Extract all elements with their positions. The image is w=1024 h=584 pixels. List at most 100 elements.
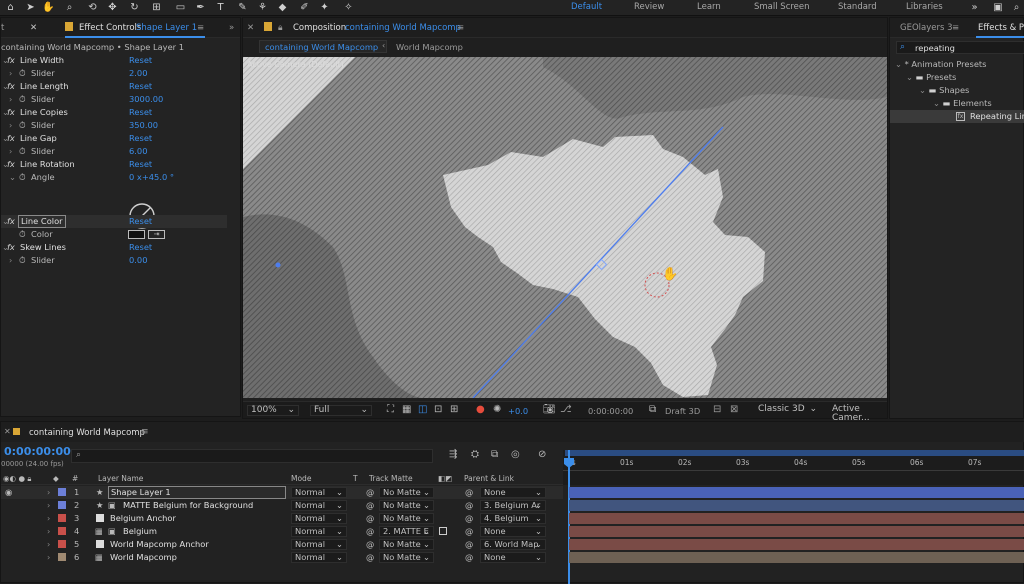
brush-tool-icon[interactable]: ✎ [236, 1, 249, 14]
stopwatch-icon[interactable]: ⏱ [19, 254, 25, 267]
more-workspaces-icon[interactable]: » [968, 1, 981, 14]
transparency-grid-icon[interactable]: ▦ [402, 404, 411, 415]
layer-name[interactable]: Belgium [123, 525, 157, 538]
visibility-icon[interactable]: ◉ [5, 486, 12, 499]
region-of-interest-icon[interactable]: ⛶ [387, 404, 394, 415]
property-value[interactable]: 0.00 [129, 254, 147, 267]
reset-link[interactable]: Reset [129, 106, 152, 119]
geolayers-tab[interactable]: GEOlayers 3 [900, 23, 953, 33]
layer-row[interactable]: › 3 Belgium Anchor Normal ⌄ @ No Matte ⌄ @… [1, 512, 563, 525]
camera-dropdown[interactable]: Active Camer... [829, 405, 889, 423]
panel-menu-icon[interactable]: ≡ [952, 23, 959, 33]
reset-link[interactable]: Reset [129, 158, 152, 171]
time-ruler[interactable]: 0s 01s 02s 03s 04s 05s 06s 07s [563, 450, 1024, 485]
parent-header[interactable]: Parent & Link [464, 472, 514, 485]
mode-dropdown[interactable]: Normal ⌄ [291, 552, 347, 563]
text-tool-icon[interactable]: T [214, 1, 227, 14]
workspace-libraries[interactable]: Libraries [906, 2, 943, 12]
track-matte-dropdown[interactable]: No Matte ⌄ [379, 539, 434, 550]
timeline-search-input[interactable]: ⌕ [71, 449, 433, 463]
property-value[interactable]: 350.00 [129, 119, 158, 132]
layer-duration-bar[interactable] [569, 552, 1024, 563]
effect-controls-tab-layer[interactable]: Shape Layer 1 [136, 23, 197, 33]
layer-name[interactable]: Shape Layer 1 [108, 486, 286, 499]
resolution-dropdown[interactable]: Full ⌄ [310, 405, 372, 416]
puppet-pin-icon[interactable]: ✦ [318, 1, 331, 14]
mode-dropdown[interactable]: Normal ⌄ [291, 526, 347, 537]
comp-lock-icon[interactable]: 🔒︎ [278, 23, 283, 33]
show-snapshot-icon[interactable]: ⎇ [560, 404, 572, 415]
layer-name[interactable]: World Mapcomp Anchor [110, 538, 209, 551]
fx-line-width[interactable]: ⌄ fx Line Width Reset [1, 54, 227, 67]
exposure-value[interactable]: +0.0 [508, 406, 528, 416]
label-color-swatch[interactable] [58, 540, 66, 548]
parent-dropdown[interactable]: 4. Belgium ⌄ [480, 513, 546, 524]
stopwatch-icon[interactable]: ⏱ [19, 171, 25, 184]
zoom-tool-icon[interactable]: ⌕ [63, 1, 76, 14]
pen-tool-icon[interactable]: ✒ [194, 1, 207, 14]
preset-tree-item[interactable]: ⌄ ▬ Presets [906, 72, 956, 82]
label-color-swatch[interactable] [58, 514, 66, 522]
eyedropper-icon[interactable]: ⇥ [148, 230, 165, 239]
graph-editor-icon[interactable]: ⊘ [538, 449, 546, 460]
track-matte-dropdown[interactable]: No Matte ⌄ [379, 552, 434, 563]
label-color-swatch[interactable] [58, 553, 66, 561]
flowchart-active-comp[interactable]: containing World Mapcomp ‹ [259, 40, 387, 53]
flowchart-icon[interactable]: ⊠ [730, 404, 738, 415]
fx-line-copies[interactable]: ⌄ fx Line Copies Reset [1, 106, 227, 119]
property-value[interactable]: 2.00 [129, 67, 147, 80]
renderer-dropdown[interactable]: Classic 3D ⌄ [755, 405, 819, 416]
track-matte-header[interactable]: Track Matte [369, 472, 413, 485]
composition-viewer[interactable]: Active Camera (Default) ✋ [243, 57, 887, 398]
zoom-dropdown[interactable]: 100% ⌄ [247, 405, 299, 416]
motion-blur-icon[interactable]: ◎ [511, 449, 520, 460]
layer-name[interactable]: World Mapcomp [110, 551, 177, 564]
home-icon[interactable]: ⌂ [4, 1, 17, 14]
parent-dropdown[interactable]: None ⌄ [480, 552, 546, 563]
layer-duration-bar[interactable] [569, 539, 1024, 550]
search-help-icon[interactable]: ⌕ [1010, 1, 1023, 14]
draft-3d-label[interactable]: Draft 3D [665, 406, 700, 416]
link-icon[interactable]: @ [366, 499, 374, 512]
link-icon[interactable]: @ [366, 512, 374, 525]
property-value[interactable]: 6.00 [129, 145, 147, 158]
exposure-reset-icon[interactable]: ✺ [493, 404, 501, 415]
layer-row[interactable]: › 2 ★ ▣ MATTE Belgium for Background Nor… [1, 499, 563, 512]
mode-dropdown[interactable]: Normal ⌄ [291, 539, 347, 550]
panel-menu-icon[interactable]: ≡ [457, 23, 464, 33]
eraser-tool-icon[interactable]: ◆ [276, 1, 289, 14]
close-tab-icon[interactable]: ✕ [4, 427, 11, 436]
workspace-standard[interactable]: Standard [838, 2, 877, 12]
mode-dropdown[interactable]: Normal ⌄ [291, 513, 347, 524]
fx-line-rotation[interactable]: ⌄ fx Line Rotation Reset [1, 158, 227, 171]
effect-controls-tab-label[interactable]: Effect Controls [79, 23, 141, 33]
composition-tab-prefix[interactable]: Composition [293, 23, 346, 33]
flowchart-next-comp[interactable]: World Mapcomp [396, 42, 463, 52]
fx-skew-lines[interactable]: ⌄ fx Skew Lines Reset [1, 241, 227, 254]
timeline-tab-label[interactable]: containing World Mapcomp [29, 428, 145, 438]
move-camera-icon[interactable]: ✥ [106, 1, 119, 14]
layer-row[interactable]: › 4 ▦ ▣ Belgium Normal ⌄ @ 2. MATTE E ⌄ @ … [1, 525, 563, 538]
pin-tool-icon[interactable]: ✧ [342, 1, 355, 14]
draft-3d-icon[interactable]: ⧉ [649, 404, 656, 415]
layer-row[interactable]: › 5 World Mapcomp Anchor Normal ⌄ @ No Ma… [1, 538, 563, 551]
layer-row[interactable]: ◉ › 1 ★ Shape Layer 1 Normal ⌄ @ No Matte… [1, 486, 563, 499]
workspace-default[interactable]: Default [571, 2, 602, 12]
label-color-swatch[interactable] [58, 488, 66, 496]
property-value[interactable]: 0 x+45.0 ° [129, 171, 174, 184]
rotate-tool-icon[interactable]: ↻ [128, 1, 141, 14]
hand-tool-icon[interactable]: ✋ [42, 1, 55, 14]
channel-icon[interactable]: ● [476, 404, 485, 415]
orbit-camera-icon[interactable]: ⟲ [86, 1, 99, 14]
preset-tree-item[interactable]: ⌄ ▬ Elements [933, 98, 992, 108]
layer-duration-bar[interactable] [569, 500, 1024, 511]
layer-name-header[interactable]: Layer Name [98, 472, 143, 485]
property-value[interactable]: 3000.00 [129, 93, 163, 106]
pickwhip-icon[interactable]: @ [465, 525, 473, 538]
fx-line-length[interactable]: ⌄ fx Line Length Reset [1, 80, 227, 93]
reset-link[interactable]: Reset [129, 215, 152, 228]
stopwatch-icon[interactable]: ⏱ [19, 228, 25, 241]
reset-link[interactable]: Reset [129, 132, 152, 145]
timeline-timecode[interactable]: 0:00:00:00 [4, 445, 71, 458]
preset-tree-item[interactable]: ⌄ ▬ Shapes [919, 85, 969, 95]
